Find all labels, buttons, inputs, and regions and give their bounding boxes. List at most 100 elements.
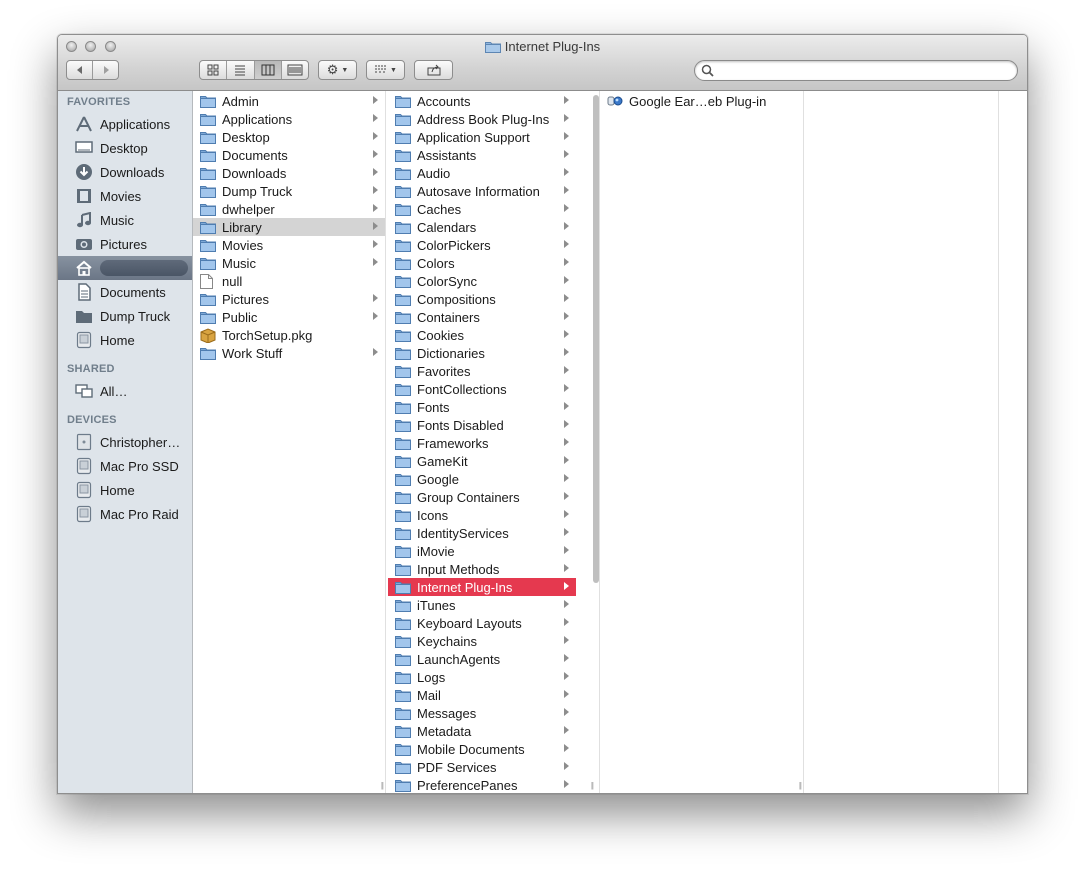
column-item-gamekit[interactable]: GameKit	[388, 452, 576, 470]
column-resize-handle[interactable]: ||	[591, 781, 594, 790]
forward-button[interactable]	[93, 61, 118, 79]
column-item-colorsync[interactable]: ColorSync	[388, 272, 576, 290]
window-title: Internet Plug-Ins	[504, 39, 601, 54]
column-item-dump-truck[interactable]: Dump Truck	[193, 182, 385, 200]
column-item-containers[interactable]: Containers	[388, 308, 576, 326]
column-item-fonts[interactable]: Fonts	[388, 398, 576, 416]
column-1[interactable]: || Admin Applications Desktop Documents Downl…	[193, 91, 386, 793]
disclosure-arrow-icon	[373, 240, 378, 248]
column-item-desktop[interactable]: Desktop	[193, 128, 385, 146]
disclosure-arrow-icon	[564, 276, 569, 284]
sidebar-item-music[interactable]: Music	[58, 208, 192, 232]
column-item-music[interactable]: Music	[193, 254, 385, 272]
column-item-metadata[interactable]: Metadata	[388, 722, 576, 740]
column-item-launchagents[interactable]: LaunchAgents	[388, 650, 576, 668]
column-item-fontcollections[interactable]: FontCollections	[388, 380, 576, 398]
column-item-google-ear-eb-plug-in[interactable]: Google Ear…eb Plug-in	[600, 92, 803, 110]
folder-icon	[395, 184, 411, 198]
column-item-identityservices[interactable]: IdentityServices	[388, 524, 576, 542]
search-field[interactable]	[694, 60, 1018, 81]
icon-view-button[interactable]	[200, 61, 228, 79]
column-item-torchsetup-pkg[interactable]: TorchSetup.pkg	[193, 326, 385, 344]
column-item-keychains[interactable]: Keychains	[388, 632, 576, 650]
column-item-mobile-documents[interactable]: Mobile Documents	[388, 740, 576, 758]
folder-icon	[395, 706, 411, 720]
column-item-accounts[interactable]: Accounts	[388, 92, 576, 110]
sidebar-item-christopher[interactable]: Christopher…	[58, 430, 192, 454]
column-item-colorpickers[interactable]: ColorPickers	[388, 236, 576, 254]
column-item-pdf-services[interactable]: PDF Services	[388, 758, 576, 776]
sidebar-item-mac-pro-raid[interactable]: Mac Pro Raid	[58, 502, 192, 526]
column-item-movies[interactable]: Movies	[193, 236, 385, 254]
column-item-google[interactable]: Google	[388, 470, 576, 488]
column-item-preferencepanes[interactable]: PreferencePanes	[388, 776, 576, 793]
column-item-public[interactable]: Public	[193, 308, 385, 326]
sidebar-item-pictures[interactable]: Pictures	[58, 232, 192, 256]
column-item-downloads[interactable]: Downloads	[193, 164, 385, 182]
column-resize-handle[interactable]: ||	[381, 781, 384, 790]
sidebar-item-home[interactable]: Home	[58, 328, 192, 352]
column-4[interactable]	[804, 91, 999, 793]
column-item-library[interactable]: Library	[193, 218, 385, 236]
column-item-logs[interactable]: Logs	[388, 668, 576, 686]
column-item-frameworks[interactable]: Frameworks	[388, 434, 576, 452]
column-item-dictionaries[interactable]: Dictionaries	[388, 344, 576, 362]
column-item-documents[interactable]: Documents	[193, 146, 385, 164]
column-3[interactable]: || Google Ear…eb Plug-in	[600, 91, 804, 793]
sidebar-item-desktop[interactable]: Desktop	[58, 136, 192, 160]
column-item-caches[interactable]: Caches	[388, 200, 576, 218]
column-item-audio[interactable]: Audio	[388, 164, 576, 182]
arrange-menu-button[interactable]: ▼	[366, 60, 405, 80]
column-item-colors[interactable]: Colors	[388, 254, 576, 272]
column-item-address-book-plug-ins[interactable]: Address Book Plug-Ins	[388, 110, 576, 128]
sidebar-item-all[interactable]: All…	[58, 379, 192, 403]
column-view-button[interactable]	[254, 61, 282, 79]
column-item-label: Favorites	[417, 363, 471, 379]
column-item-dwhelper[interactable]: dwhelper	[193, 200, 385, 218]
column-item-icons[interactable]: Icons	[388, 506, 576, 524]
column-2-scrollbar[interactable]	[593, 95, 599, 583]
column-item-messages[interactable]: Messages	[388, 704, 576, 722]
folder-icon	[395, 580, 411, 594]
list-view-button[interactable]	[227, 61, 255, 79]
folder-icon	[200, 346, 216, 360]
column-item-favorites[interactable]: Favorites	[388, 362, 576, 380]
column-item-applications[interactable]: Applications	[193, 110, 385, 128]
column-item-group-containers[interactable]: Group Containers	[388, 488, 576, 506]
column-item-imovie[interactable]: iMovie	[388, 542, 576, 560]
column-item-admin[interactable]: Admin	[193, 92, 385, 110]
column-item-fonts-disabled[interactable]: Fonts Disabled	[388, 416, 576, 434]
column-item-label: Pictures	[222, 291, 269, 307]
column-item-work-stuff[interactable]: Work Stuff	[193, 344, 385, 362]
sidebar-item-dump-truck[interactable]: Dump Truck	[58, 304, 192, 328]
back-button[interactable]	[67, 61, 93, 79]
share-button[interactable]	[414, 60, 453, 80]
action-menu-button[interactable]: ⚙ ▼	[318, 60, 357, 80]
column-item-itunes[interactable]: iTunes	[388, 596, 576, 614]
search-input[interactable]	[717, 63, 1011, 80]
column-item-keyboard-layouts[interactable]: Keyboard Layouts	[388, 614, 576, 632]
column-item-internet-plug-ins[interactable]: Internet Plug-Ins	[388, 578, 576, 596]
sidebar-item-downloads[interactable]: Downloads	[58, 160, 192, 184]
column-resize-handle[interactable]: ||	[799, 781, 802, 790]
column-item-pictures[interactable]: Pictures	[193, 290, 385, 308]
column-item-calendars[interactable]: Calendars	[388, 218, 576, 236]
disclosure-arrow-icon	[564, 456, 569, 464]
sidebar-item-movies[interactable]: Movies	[58, 184, 192, 208]
column-item-input-methods[interactable]: Input Methods	[388, 560, 576, 578]
column-item-compositions[interactable]: Compositions	[388, 290, 576, 308]
sidebar-item-mac-pro-ssd[interactable]: Mac Pro SSD	[58, 454, 192, 478]
column-item-assistants[interactable]: Assistants	[388, 146, 576, 164]
column-item-autosave-information[interactable]: Autosave Information	[388, 182, 576, 200]
sidebar-item-applications[interactable]: Applications	[58, 112, 192, 136]
sidebar-item-home[interactable]	[58, 256, 192, 280]
column-item-application-support[interactable]: Application Support	[388, 128, 576, 146]
sidebar-item-documents[interactable]: Documents	[58, 280, 192, 304]
coverflow-view-button[interactable]	[282, 61, 308, 79]
sidebar-item-home[interactable]: Home	[58, 478, 192, 502]
column-item-null[interactable]: null	[193, 272, 385, 290]
column-2[interactable]: || Accounts Address Book Plug-Ins Applicat…	[386, 91, 600, 793]
column-item-cookies[interactable]: Cookies	[388, 326, 576, 344]
column-item-label: GameKit	[417, 453, 468, 469]
column-item-mail[interactable]: Mail	[388, 686, 576, 704]
